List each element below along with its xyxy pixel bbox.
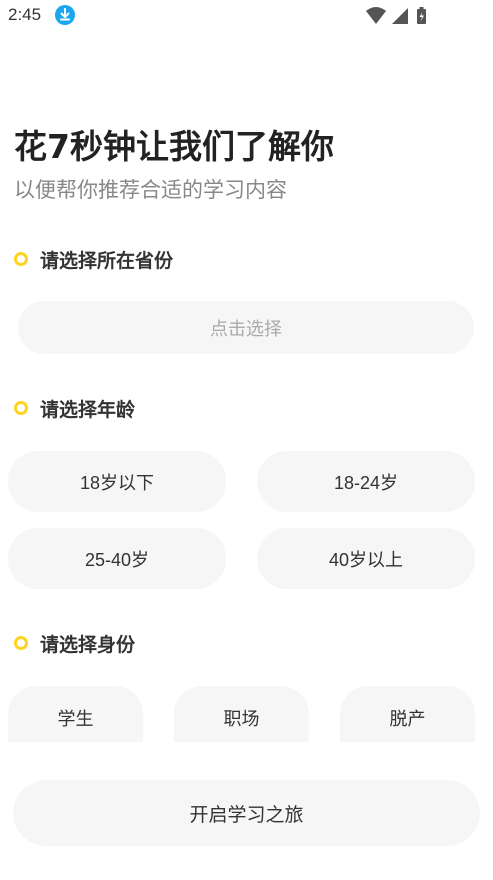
section-dot-icon xyxy=(14,401,28,415)
age-option-over-40[interactable]: 40岁以上 xyxy=(257,528,475,589)
section-dot-icon xyxy=(14,252,28,266)
section-dot-icon xyxy=(14,636,28,650)
identity-section-title: 请选择身份 xyxy=(14,630,135,656)
province-placeholder: 点击选择 xyxy=(210,318,282,340)
identity-option-student[interactable]: 学生 xyxy=(8,686,143,742)
identity-option-full-time-study[interactable]: 脱产 xyxy=(340,686,475,742)
signal-icon xyxy=(392,8,408,24)
start-learning-button[interactable]: 开启学习之旅 xyxy=(13,780,480,846)
identity-option-label: 职场 xyxy=(223,709,260,729)
province-section-title: 请选择所在省份 xyxy=(14,246,173,272)
page-title: 花7秒钟让我们了解你 xyxy=(14,127,334,166)
age-option-label: 25-40岁 xyxy=(84,549,150,570)
status-time: 2:45 xyxy=(8,5,42,24)
identity-label: 请选择身份 xyxy=(40,633,136,656)
download-icon xyxy=(55,5,75,25)
age-option-under-18[interactable]: 18岁以下 xyxy=(8,451,226,512)
age-option-label: 18-24岁 xyxy=(333,472,399,493)
start-learning-label: 开启学习之旅 xyxy=(189,803,304,826)
age-label: 请选择年龄 xyxy=(40,398,136,421)
age-option-label: 18岁以下 xyxy=(79,472,155,493)
wifi-icon xyxy=(366,7,386,24)
status-bar: 2:45 xyxy=(0,0,493,32)
province-select[interactable]: 点击选择 xyxy=(18,301,474,354)
identity-option-label: 学生 xyxy=(57,709,94,729)
identity-option-label: 脱产 xyxy=(389,709,426,729)
age-option-25-40[interactable]: 25-40岁 xyxy=(8,528,226,589)
page-subtitle: 以便帮你推荐合适的学习内容 xyxy=(14,178,287,202)
age-option-18-24[interactable]: 18-24岁 xyxy=(257,451,475,512)
age-option-label: 40岁以上 xyxy=(328,549,404,570)
age-section-title: 请选择年龄 xyxy=(14,395,135,421)
province-label: 请选择所在省份 xyxy=(40,249,174,272)
battery-icon xyxy=(417,7,426,24)
identity-option-workplace[interactable]: 职场 xyxy=(174,686,309,742)
